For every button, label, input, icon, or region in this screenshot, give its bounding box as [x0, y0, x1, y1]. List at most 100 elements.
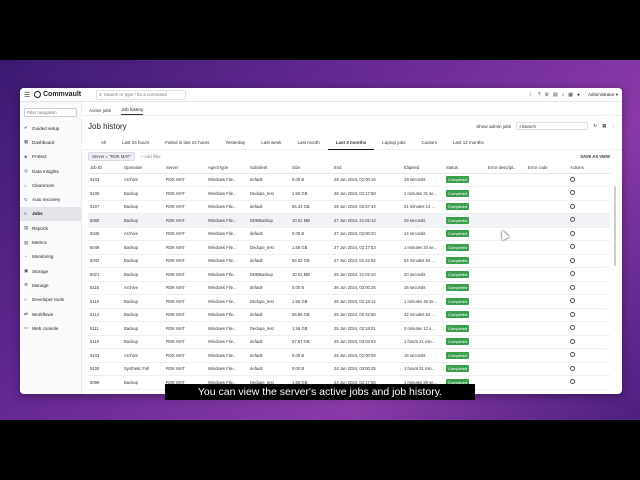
table-row[interactable]: 5111 Backup ROK MAT Windows File... Dedupe_t…: [88, 321, 610, 336]
row-actions-icon[interactable]: [570, 298, 575, 304]
column-header[interactable]: Error descript...: [486, 162, 526, 174]
sidebar-item-monitoring[interactable]: ◔ Monitoring: [20, 250, 81, 264]
sidebar-item-auto-recovery[interactable]: ↻ Auto recovery: [20, 192, 81, 206]
more-icon[interactable]: ⋮: [611, 123, 616, 129]
row-actions-icon[interactable]: [570, 365, 575, 371]
table-row[interactable]: 5103 Archive ROK MAT Windows File... default…: [88, 173, 610, 187]
grid-view-icon[interactable]: ▦: [602, 123, 606, 129]
server-filter-chip[interactable]: Server = "ROK MAT": [88, 151, 135, 161]
sidebar-item-metrics[interactable]: ▥ Metrics: [20, 235, 81, 249]
tab-job-history[interactable]: Job history: [121, 107, 144, 115]
user-menu[interactable]: Administrator ▾: [588, 92, 618, 98]
row-actions-icon[interactable]: [570, 325, 575, 331]
row-actions-icon[interactable]: [570, 203, 575, 209]
column-header[interactable]: Server: [164, 162, 206, 174]
save-as-view-button[interactable]: SAVE AS VIEW: [580, 154, 622, 159]
error-description-cell: [486, 362, 526, 376]
row-actions-icon[interactable]: [570, 176, 575, 182]
show-admin-jobs-toggle[interactable]: Show admin jobs: [476, 124, 511, 129]
hamburger-icon[interactable]: ☰: [24, 91, 34, 99]
column-header[interactable]: Job ID: [88, 162, 122, 174]
row-actions-icon[interactable]: [570, 257, 575, 263]
sidebar-item-reports[interactable]: ▤ Reports: [20, 221, 81, 235]
table-cell: 26 Jun 2024, 02:18:12: [332, 294, 402, 309]
row-actions-icon[interactable]: [570, 217, 575, 223]
table-row[interactable]: 5107 Backup ROK MAT Windows File... default 5…: [88, 200, 610, 214]
sidebar-item-web-console[interactable]: ▭ Web console: [20, 321, 81, 335]
scrollbar[interactable]: [614, 186, 616, 266]
column-header[interactable]: Elapsed: [402, 162, 444, 174]
range-tab[interactable]: Last month: [289, 136, 327, 150]
table-row[interactable]: 5116 Archive ROK MAT Windows File... default…: [88, 281, 610, 295]
range-tab[interactable]: Custom: [414, 136, 446, 150]
sidebar-item-developer-tools[interactable]: ‹› Developer tools: [20, 293, 81, 307]
range-tab[interactable]: Failed in last 24 hours: [157, 136, 217, 150]
table-row[interactable]: 5048 Backup ROK MAT Windows File... Dedupe_t…: [88, 240, 610, 255]
job-search-input[interactable]: ⌕ Search: [516, 122, 589, 130]
status-badge: Completed: [446, 365, 470, 373]
global-search-input[interactable]: ⌕ Search or type / for a command: [96, 89, 186, 100]
range-tab[interactable]: Yesterday: [217, 136, 253, 150]
range-tab[interactable]: All: [93, 136, 114, 150]
row-actions-icon[interactable]: [570, 230, 575, 236]
column-header[interactable]: Agent type: [206, 162, 248, 174]
range-tab[interactable]: Last 12 months: [445, 136, 492, 150]
row-actions-icon[interactable]: [570, 338, 575, 344]
sidebar-item-dashboard[interactable]: ▦ Dashboard: [20, 135, 81, 149]
sidebar-item-manage[interactable]: ⚙ Manage: [20, 278, 81, 292]
grid-icon[interactable]: ▦: [568, 92, 573, 98]
table-row[interactable]: 5115 Backup ROK MAT Windows File... Dedupe_t…: [88, 294, 610, 309]
filter-navigation-input[interactable]: Filter navigation: [24, 108, 77, 117]
column-header[interactable]: Actions: [568, 162, 610, 174]
help-icon[interactable]: ?: [538, 92, 541, 98]
range-tab[interactable]: Last week: [253, 136, 289, 150]
table-row[interactable]: 5100 Synthetic Full ROK MAT Windows File...…: [88, 362, 610, 376]
logo[interactable]: Commvault: [34, 91, 84, 98]
sidebar-item-icon: ✔: [24, 125, 28, 131]
sidebar-item-jobs[interactable]: ≡ Jobs: [20, 206, 81, 222]
sidebar-item-protect[interactable]: ◈ Protect: [20, 150, 81, 164]
bell-icon[interactable]: ♪: [562, 92, 565, 98]
column-header[interactable]: Subclient: [248, 162, 290, 174]
table-cell: Windows File...: [206, 200, 248, 214]
sidebar-item-cleanroom[interactable]: ⌂ Cleanroom: [20, 178, 81, 192]
tab-active-jobs[interactable]: Active jobs: [89, 108, 111, 115]
row-actions-icon[interactable]: [570, 190, 575, 196]
table-cell: 5114: [88, 308, 122, 322]
row-actions-icon[interactable]: [570, 311, 575, 317]
sidebar-item-label: Manage: [32, 282, 49, 288]
column-header[interactable]: Operation: [122, 162, 164, 174]
table-row[interactable]: 5110 Backup ROK MAT Windows File... default 5…: [88, 335, 610, 349]
table-row[interactable]: 5103 Archive ROK MAT Windows File... default…: [88, 348, 610, 363]
column-header[interactable]: Status: [444, 162, 486, 174]
refresh-icon[interactable]: ↻: [593, 123, 597, 129]
sidebar-item-guided-setup[interactable]: ✔ Guided setup: [20, 121, 81, 135]
row-actions-icon[interactable]: [570, 284, 575, 290]
range-tab[interactable]: Laptop jobs: [374, 136, 413, 150]
settings-icon[interactable]: ⚙: [544, 92, 548, 98]
sidebar-item-data-insights[interactable]: ◎ Data Insights: [20, 164, 81, 178]
table-row[interactable]: 5106 Backup ROK MAT Windows File... Dedupe_t…: [88, 186, 610, 201]
column-header[interactable]: Error code: [526, 162, 568, 174]
clipboard-icon[interactable]: ▤: [553, 92, 558, 98]
row-actions-icon[interactable]: [570, 352, 575, 358]
moon-icon[interactable]: ☾: [529, 92, 533, 98]
row-actions-icon[interactable]: [570, 379, 575, 385]
table-row[interactable]: 5045 Archive ROK MAT Windows File... default…: [88, 227, 610, 241]
table-row[interactable]: 5042 Backup ROK MAT Windows File... default 5…: [88, 254, 610, 268]
sidebar-item-workflows[interactable]: ⇄ Workflows: [20, 307, 81, 321]
sidebar-item-storage[interactable]: ▣ Storage: [20, 264, 81, 278]
column-header[interactable]: Size: [290, 162, 332, 174]
row-actions-icon[interactable]: [570, 271, 575, 277]
column-header[interactable]: End: [332, 162, 402, 174]
add-filter-button[interactable]: + Add filter: [141, 154, 161, 159]
user-icon[interactable]: ●: [577, 92, 580, 98]
table-row[interactable]: 5080 Backup ROK MAT Windows File... DDBBacku…: [88, 213, 610, 228]
table-cell: 5100: [88, 362, 122, 376]
range-tab[interactable]: Last 24 hours: [114, 136, 157, 150]
table-row[interactable]: 5114 Backup ROK MAT Windows File... default 5…: [88, 308, 610, 322]
row-actions-icon[interactable]: [570, 244, 575, 250]
table-row[interactable]: 5021 Backup ROK MAT Windows File... DDBBacku…: [88, 267, 610, 282]
range-tab[interactable]: Last 3 months: [327, 136, 375, 150]
table-cell: 1 minutes 46 se...: [402, 294, 444, 309]
